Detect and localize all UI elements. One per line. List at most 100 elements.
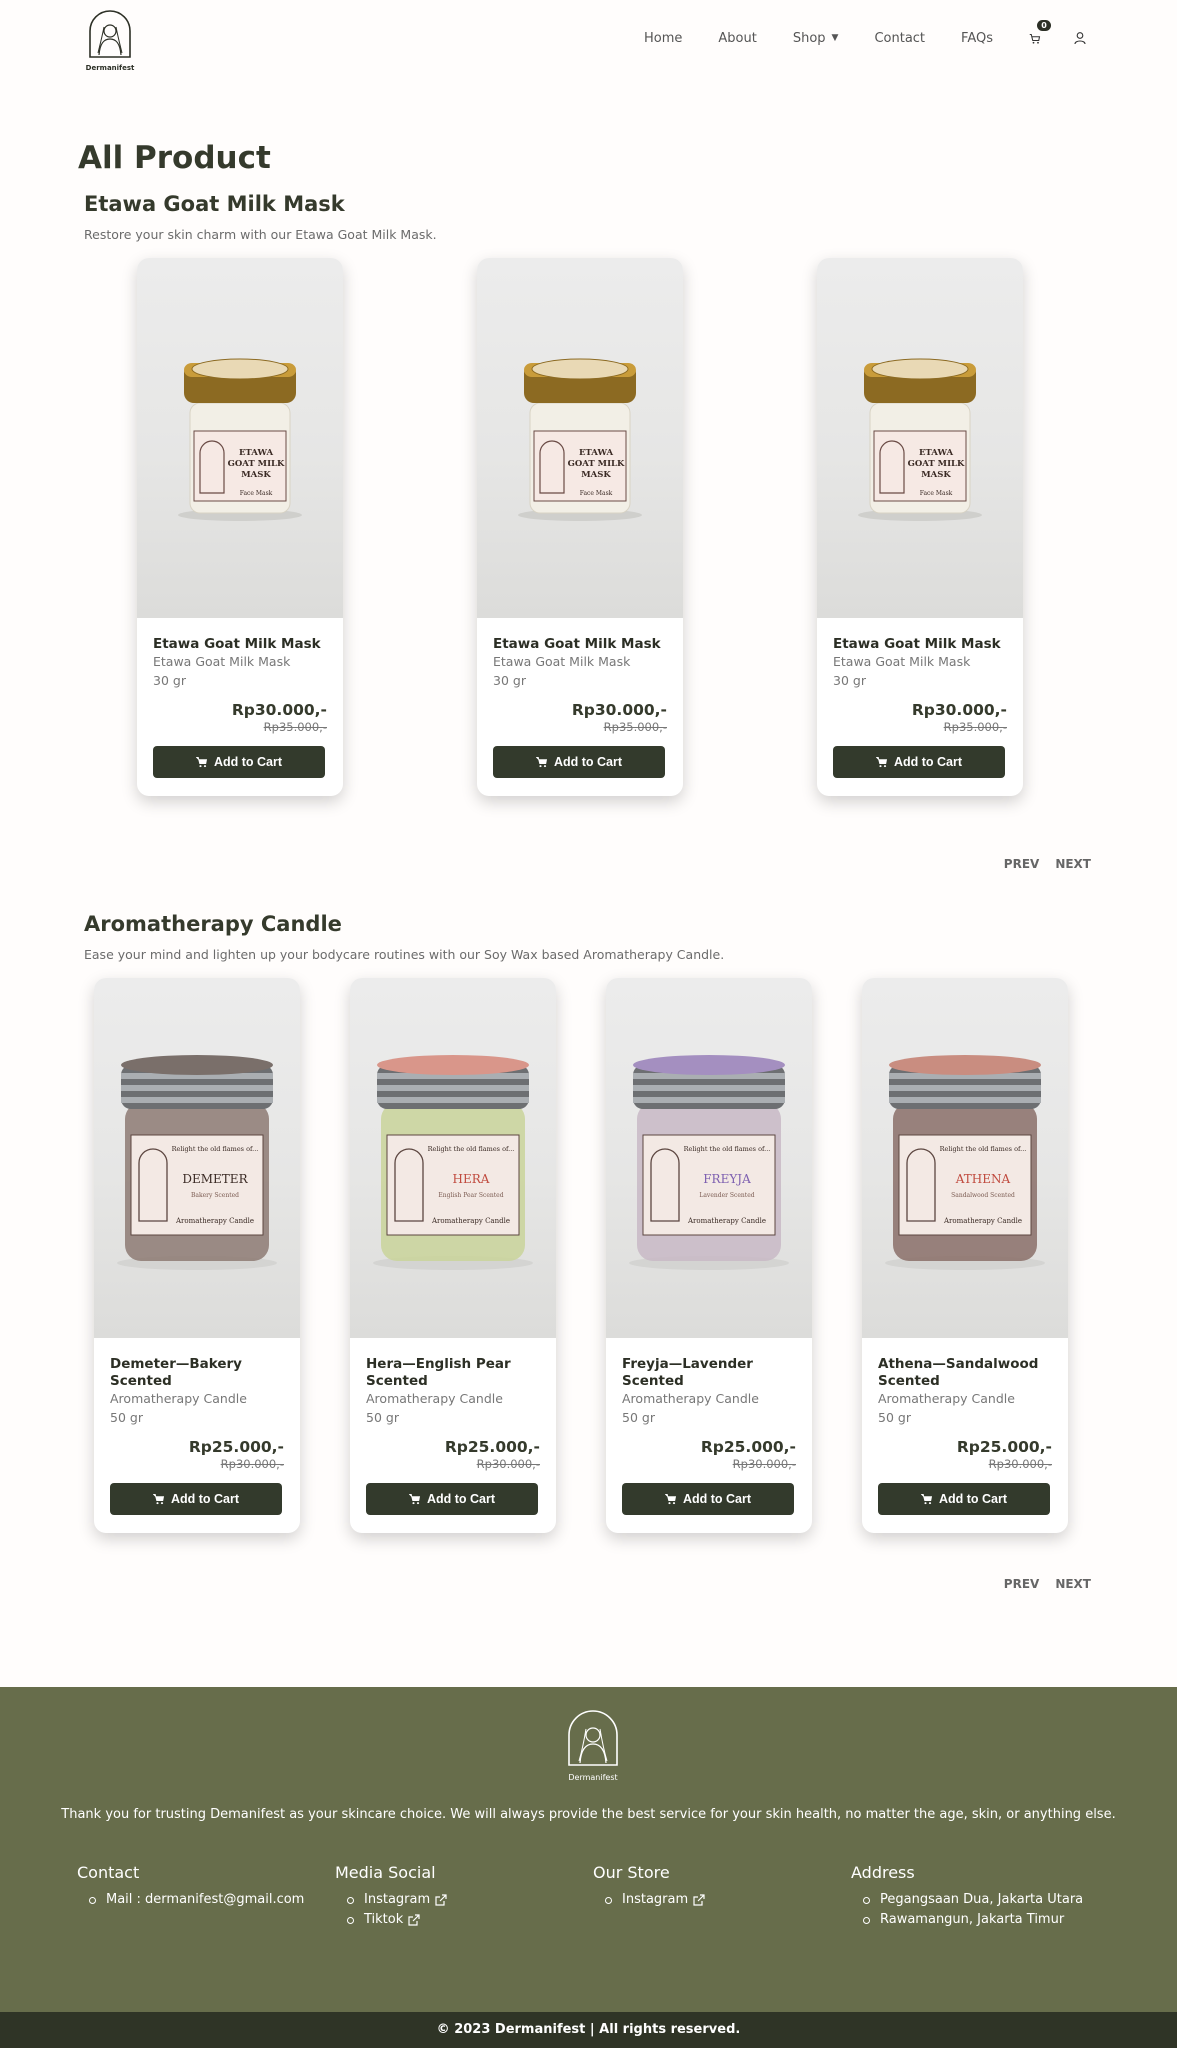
product-price: Rp25.000,-	[188, 1438, 284, 1456]
product-image[interactable]: Relight the old flames of... HERA English …	[350, 978, 556, 1338]
add-to-cart-button[interactable]: Add to Cart	[833, 746, 1005, 778]
add-to-cart-button[interactable]: Add to Cart	[366, 1483, 538, 1515]
product-price: Rp30.000,-	[231, 701, 327, 719]
add-to-cart-label: Add to Cart	[170, 1492, 240, 1506]
product-name[interactable]: Etawa Goat Milk Mask	[153, 636, 327, 653]
product-card[interactable]: ETAWA GOAT MILK MASK Face Mask Etawa Goat Mi…	[137, 258, 343, 796]
media-instagram-text: Instagram	[364, 1892, 431, 1907]
address-text: Pegangsaan Dua, Jakarta Utara	[880, 1892, 1084, 1907]
product-image[interactable]: ETAWA GOAT MILK MASK Face Mask	[137, 258, 343, 618]
product-old-price: Rp30.000,-	[732, 1457, 796, 1471]
svg-text:Lavender Scented: Lavender Scented	[699, 1192, 754, 1199]
product-image-candle: Relight the old flames of... HERA English …	[373, 1055, 533, 1270]
svg-text:FREYJA: FREYJA	[703, 1172, 751, 1186]
svg-text:HERA: HERA	[453, 1172, 490, 1186]
product-card[interactable]: ETAWA GOAT MILK MASK Face Mask Etawa Goat Mi…	[817, 258, 1023, 796]
prev-button[interactable]: PREV	[1004, 1577, 1040, 1591]
nav-about[interactable]: About	[718, 31, 756, 46]
footer-media-title: Media Social	[335, 1863, 436, 1882]
add-to-cart-button[interactable]: Add to Cart	[110, 1483, 282, 1515]
product-card[interactable]: Relight the old flames of... HERA English …	[350, 978, 556, 1533]
footer-address-title: Address	[851, 1863, 915, 1882]
product-image[interactable]: Relight the old flames of... DEMETER Baker…	[94, 978, 300, 1338]
svg-text:Face Mask: Face Mask	[580, 490, 613, 497]
contact-mail-link[interactable]: Mail : dermanifest@gmail.com	[89, 1890, 304, 1910]
product-old-price: Rp35.000,-	[263, 720, 327, 734]
media-tiktok-link[interactable]: Tiktok	[347, 1910, 447, 1930]
media-tiktok-text: Tiktok	[364, 1912, 404, 1927]
add-to-cart-button[interactable]: Add to Cart	[878, 1483, 1050, 1515]
product-card[interactable]: Relight the old flames of... FREYJA Lavend…	[606, 978, 812, 1533]
product-price: Rp30.000,-	[571, 701, 667, 719]
footer-address: Address Pegangsaan Dua, Jakarta Utara Ra…	[851, 1863, 1083, 1930]
product-card-body: Demeter—Bakery Scented Aromatherapy Candl…	[94, 1338, 300, 1533]
nav-faqs[interactable]: FAQs	[961, 31, 993, 46]
product-image-jar: ETAWAGOAT MILKMASK Face Mask	[518, 358, 642, 521]
store-instagram-link[interactable]: Instagram	[605, 1890, 705, 1910]
next-button[interactable]: NEXT	[1055, 1577, 1091, 1591]
product-card[interactable]: Relight the old flames of... DEMETER Baker…	[94, 978, 300, 1533]
add-to-cart-label: Add to Cart	[893, 755, 963, 769]
product-old-price: Rp30.000,-	[476, 1457, 540, 1471]
product-name[interactable]: Etawa Goat Milk Mask	[833, 636, 1007, 653]
media-instagram-link[interactable]: Instagram	[347, 1890, 447, 1910]
nav-contact[interactable]: Contact	[874, 31, 925, 46]
add-to-cart-button[interactable]: Add to Cart	[153, 746, 325, 778]
product-image[interactable]: Relight the old flames of... FREYJA Lavend…	[606, 978, 812, 1338]
product-card[interactable]: Relight the old flames of... ATHENA Sandal…	[862, 978, 1068, 1533]
svg-text:MASK: MASK	[241, 470, 271, 480]
add-to-cart-button[interactable]: Add to Cart	[493, 746, 665, 778]
product-name[interactable]: Athena—Sandalwood Scented	[878, 1356, 1052, 1390]
svg-text:GOAT MILK: GOAT MILK	[228, 459, 285, 469]
user-icon[interactable]	[1073, 31, 1087, 45]
dermanifest-logo[interactable]: Dermanifest	[84, 9, 136, 75]
product-category: Aromatherapy Candle	[366, 1391, 503, 1406]
cart-icon	[1029, 33, 1041, 44]
product-card-body: Etawa Goat Milk Mask Etawa Goat Milk Mask…	[137, 618, 343, 796]
product-image-candle: Relight the old flames of... FREYJA Lavend…	[629, 1055, 789, 1270]
product-old-price: Rp35.000,-	[943, 720, 1007, 734]
jar-label-text: ETAWA	[579, 448, 614, 458]
product-category: Etawa Goat Milk Mask	[833, 654, 971, 669]
product-category: Aromatherapy Candle	[878, 1391, 1015, 1406]
product-name[interactable]: Freyja—Lavender Scented	[622, 1356, 796, 1390]
svg-text:Relight the old flames of...: Relight the old flames of...	[428, 1145, 515, 1153]
address-item: Rawamangun, Jakarta Timur	[863, 1910, 1083, 1930]
cart-icon	[195, 757, 208, 768]
nav-shop[interactable]: Shop ▼	[793, 31, 839, 46]
cart-count-badge: 0	[1037, 20, 1051, 31]
product-price: Rp25.000,-	[700, 1438, 796, 1456]
svg-text:DEMETER: DEMETER	[182, 1172, 248, 1186]
pager-mask: PREV NEXT	[988, 857, 1091, 871]
product-image-candle: Relight the old flames of... ATHENA Sandal…	[885, 1055, 1045, 1270]
footer-contact: Contact Mail : dermanifest@gmail.com	[77, 1863, 304, 1910]
product-category: Etawa Goat Milk Mask	[493, 654, 631, 669]
page-title: All Product	[78, 140, 271, 176]
nav-shop-label: Shop	[792, 30, 826, 46]
product-image[interactable]: ETAWA GOAT MILK MASK Face Mask	[817, 258, 1023, 618]
section-desc-mask: Restore your skin charm with our Etawa G…	[84, 227, 437, 242]
contact-mail-text: Mail : dermanifest@gmail.com	[106, 1892, 305, 1907]
add-to-cart-label: Add to Cart	[426, 1492, 496, 1506]
nav-home[interactable]: Home	[644, 31, 682, 46]
cart-button[interactable]: 0	[1029, 20, 1051, 46]
product-image[interactable]: ETAWA GOAT MILK MASK Face Mask	[477, 258, 683, 618]
prev-button[interactable]: PREV	[1004, 857, 1040, 871]
svg-text:Face Mask: Face Mask	[240, 490, 273, 497]
product-card[interactable]: ETAWA GOAT MILK MASK Face Mask Etawa Goat Mi…	[477, 258, 683, 796]
product-price: Rp25.000,-	[444, 1438, 540, 1456]
product-weight: 30 gr	[493, 673, 526, 688]
site-footer: Dermanifest Thank you for trusting Deman…	[0, 1687, 1177, 2048]
section-title-mask: Etawa Goat Milk Mask	[84, 192, 345, 216]
add-to-cart-button[interactable]: Add to Cart	[622, 1483, 794, 1515]
product-name[interactable]: Demeter—Bakery Scented	[110, 1356, 284, 1390]
svg-text:Aromatherapy Candle: Aromatherapy Candle	[687, 1217, 766, 1225]
product-image[interactable]: Relight the old flames of... ATHENA Sandal…	[862, 978, 1068, 1338]
product-name[interactable]: Etawa Goat Milk Mask	[493, 636, 667, 653]
footer-contact-title: Contact	[77, 1863, 140, 1882]
main-nav: Home About Shop ▼ Contact FAQs 0	[608, 20, 1087, 46]
cart-icon	[152, 1494, 165, 1505]
product-name[interactable]: Hera—English Pear Scented	[366, 1356, 540, 1390]
external-link-icon	[435, 1894, 447, 1906]
next-button[interactable]: NEXT	[1055, 857, 1091, 871]
